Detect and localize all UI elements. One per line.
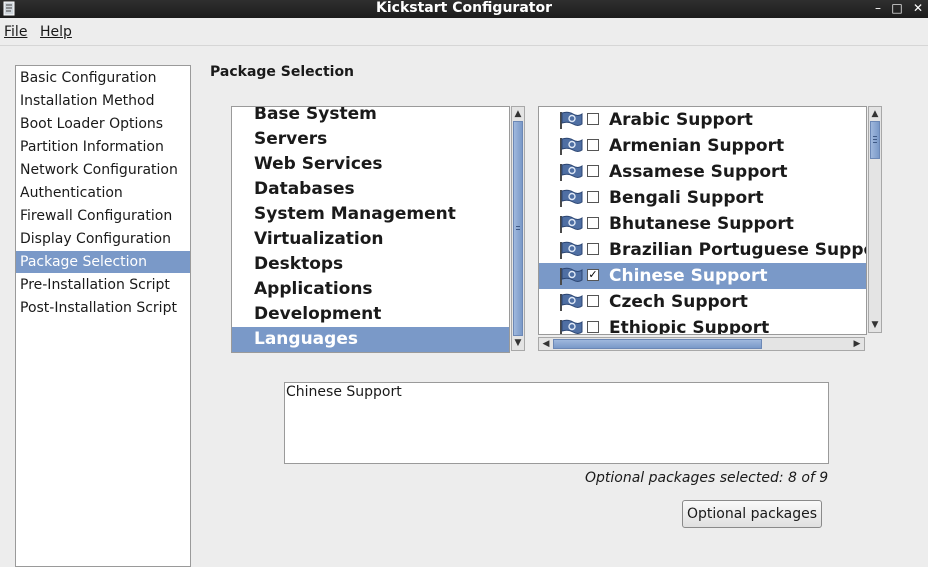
package-row[interactable]: Bengali Support bbox=[539, 185, 866, 211]
language-flag-icon bbox=[560, 293, 583, 311]
minimize-button[interactable]: – bbox=[870, 0, 886, 16]
close-button[interactable]: ✕ bbox=[910, 0, 926, 16]
grip-line bbox=[873, 142, 877, 143]
package-label: Assamese Support bbox=[609, 162, 788, 182]
scroll-up-arrow-icon[interactable]: ▲ bbox=[512, 107, 524, 121]
package-label: Armenian Support bbox=[609, 136, 785, 156]
sidebar-item-boot-loader-options[interactable]: Boot Loader Options bbox=[16, 113, 190, 135]
title-bar: Kickstart Configurator – □ ✕ bbox=[0, 0, 928, 18]
language-flag-icon bbox=[560, 319, 583, 334]
grip-line bbox=[516, 226, 520, 227]
sidebar-item-partition-information[interactable]: Partition Information bbox=[16, 136, 190, 158]
package-checkbox[interactable] bbox=[587, 139, 599, 151]
group-item-development[interactable]: Development bbox=[232, 302, 509, 327]
language-flag-icon bbox=[560, 189, 583, 207]
package-label: Bhutanese Support bbox=[609, 214, 794, 234]
group-item-virtualization[interactable]: Virtualization bbox=[232, 227, 509, 252]
package-label: Bengali Support bbox=[609, 188, 764, 208]
sidebar-item-pre-installation-script[interactable]: Pre-Installation Script bbox=[16, 274, 190, 296]
page-title: Package Selection bbox=[210, 64, 355, 80]
package-list[interactable]: Arabic Support Armenian Support Assamese… bbox=[538, 106, 867, 335]
package-list-hscrollbar[interactable]: ◀ ▶ bbox=[538, 337, 865, 351]
grip-line bbox=[516, 229, 520, 230]
package-list-hscroll-thumb[interactable] bbox=[553, 339, 762, 349]
group-item-system-management[interactable]: System Management bbox=[232, 202, 509, 227]
scroll-right-arrow-icon[interactable]: ▶ bbox=[850, 338, 864, 350]
package-row[interactable]: Czech Support bbox=[539, 289, 866, 315]
group-list-scrollbar[interactable]: ▲ ▼ bbox=[511, 106, 525, 351]
package-description: Chinese Support bbox=[284, 382, 829, 464]
sidebar-item-display-configuration[interactable]: Display Configuration bbox=[16, 228, 190, 250]
package-label: Chinese Support bbox=[609, 266, 768, 286]
package-checkbox[interactable] bbox=[587, 165, 599, 177]
menu-file-label: File bbox=[4, 24, 28, 40]
group-item-servers[interactable]: Servers bbox=[232, 127, 509, 152]
language-flag-icon bbox=[560, 163, 583, 181]
language-flag-icon bbox=[560, 111, 583, 129]
menu-bar: File Help bbox=[0, 19, 928, 46]
package-row[interactable]: Ethiopic Support bbox=[539, 315, 866, 335]
language-flag-icon bbox=[560, 241, 583, 259]
package-row-selected[interactable]: ✓ Chinese Support bbox=[539, 263, 866, 289]
optional-packages-status: Optional packages selected: 8 of 9 bbox=[585, 470, 829, 486]
menu-help[interactable]: Help bbox=[40, 24, 72, 40]
package-label: Brazilian Portuguese Support bbox=[609, 240, 867, 260]
grip-line bbox=[873, 139, 877, 140]
package-checkbox[interactable] bbox=[587, 217, 599, 229]
group-item-languages[interactable]: Languages bbox=[232, 327, 509, 352]
sidebar-item-basic-configuration[interactable]: Basic Configuration bbox=[16, 67, 190, 89]
menu-help-label: Help bbox=[40, 24, 72, 40]
grip-line bbox=[873, 136, 877, 137]
menu-file[interactable]: File bbox=[4, 24, 27, 40]
sidebar: Basic Configuration Installation Method … bbox=[15, 65, 191, 567]
scroll-up-arrow-icon[interactable]: ▲ bbox=[869, 107, 881, 121]
language-flag-icon bbox=[560, 137, 583, 155]
sidebar-item-post-installation-script[interactable]: Post-Installation Script bbox=[16, 297, 190, 319]
group-item-web-services[interactable]: Web Services bbox=[232, 152, 509, 177]
package-label: Arabic Support bbox=[609, 110, 753, 130]
package-checkbox[interactable] bbox=[587, 113, 599, 125]
package-group-list[interactable]: Base System Servers Web Services Databas… bbox=[231, 106, 510, 353]
package-row[interactable]: Armenian Support bbox=[539, 133, 866, 159]
group-item-applications[interactable]: Applications bbox=[232, 277, 509, 302]
package-checkbox[interactable] bbox=[587, 321, 599, 333]
optional-packages-button[interactable]: Optional packages bbox=[682, 500, 822, 528]
package-row[interactable]: Assamese Support bbox=[539, 159, 866, 185]
package-row[interactable]: Arabic Support bbox=[539, 107, 866, 133]
scroll-down-arrow-icon[interactable]: ▼ bbox=[512, 336, 524, 350]
package-list-scroll-thumb[interactable] bbox=[870, 121, 880, 159]
scroll-down-arrow-icon[interactable]: ▼ bbox=[869, 318, 881, 332]
package-checkbox[interactable] bbox=[587, 243, 599, 255]
language-flag-icon bbox=[560, 267, 583, 285]
sidebar-item-package-selection[interactable]: Package Selection bbox=[16, 251, 190, 273]
package-label: Czech Support bbox=[609, 292, 748, 312]
sidebar-item-authentication[interactable]: Authentication bbox=[16, 182, 190, 204]
package-list-scrollbar[interactable]: ▲ ▼ bbox=[868, 106, 882, 333]
group-item-databases[interactable]: Databases bbox=[232, 177, 509, 202]
sidebar-item-network-configuration[interactable]: Network Configuration bbox=[16, 159, 190, 181]
package-checkbox[interactable] bbox=[587, 295, 599, 307]
group-item-base-system[interactable]: Base System bbox=[232, 107, 509, 127]
package-checkbox-checked[interactable]: ✓ bbox=[587, 269, 599, 281]
package-checkbox[interactable] bbox=[587, 191, 599, 203]
language-flag-icon bbox=[560, 215, 583, 233]
scroll-left-arrow-icon[interactable]: ◀ bbox=[539, 338, 553, 350]
group-list-scroll-thumb[interactable] bbox=[513, 121, 523, 336]
sidebar-item-installation-method[interactable]: Installation Method bbox=[16, 90, 190, 112]
package-label: Ethiopic Support bbox=[609, 318, 770, 335]
window-title: Kickstart Configurator bbox=[376, 0, 552, 16]
maximize-button[interactable]: □ bbox=[889, 0, 905, 16]
sidebar-item-firewall-configuration[interactable]: Firewall Configuration bbox=[16, 205, 190, 227]
group-item-desktops[interactable]: Desktops bbox=[232, 252, 509, 277]
package-row[interactable]: Brazilian Portuguese Support bbox=[539, 237, 866, 263]
package-row[interactable]: Bhutanese Support bbox=[539, 211, 866, 237]
